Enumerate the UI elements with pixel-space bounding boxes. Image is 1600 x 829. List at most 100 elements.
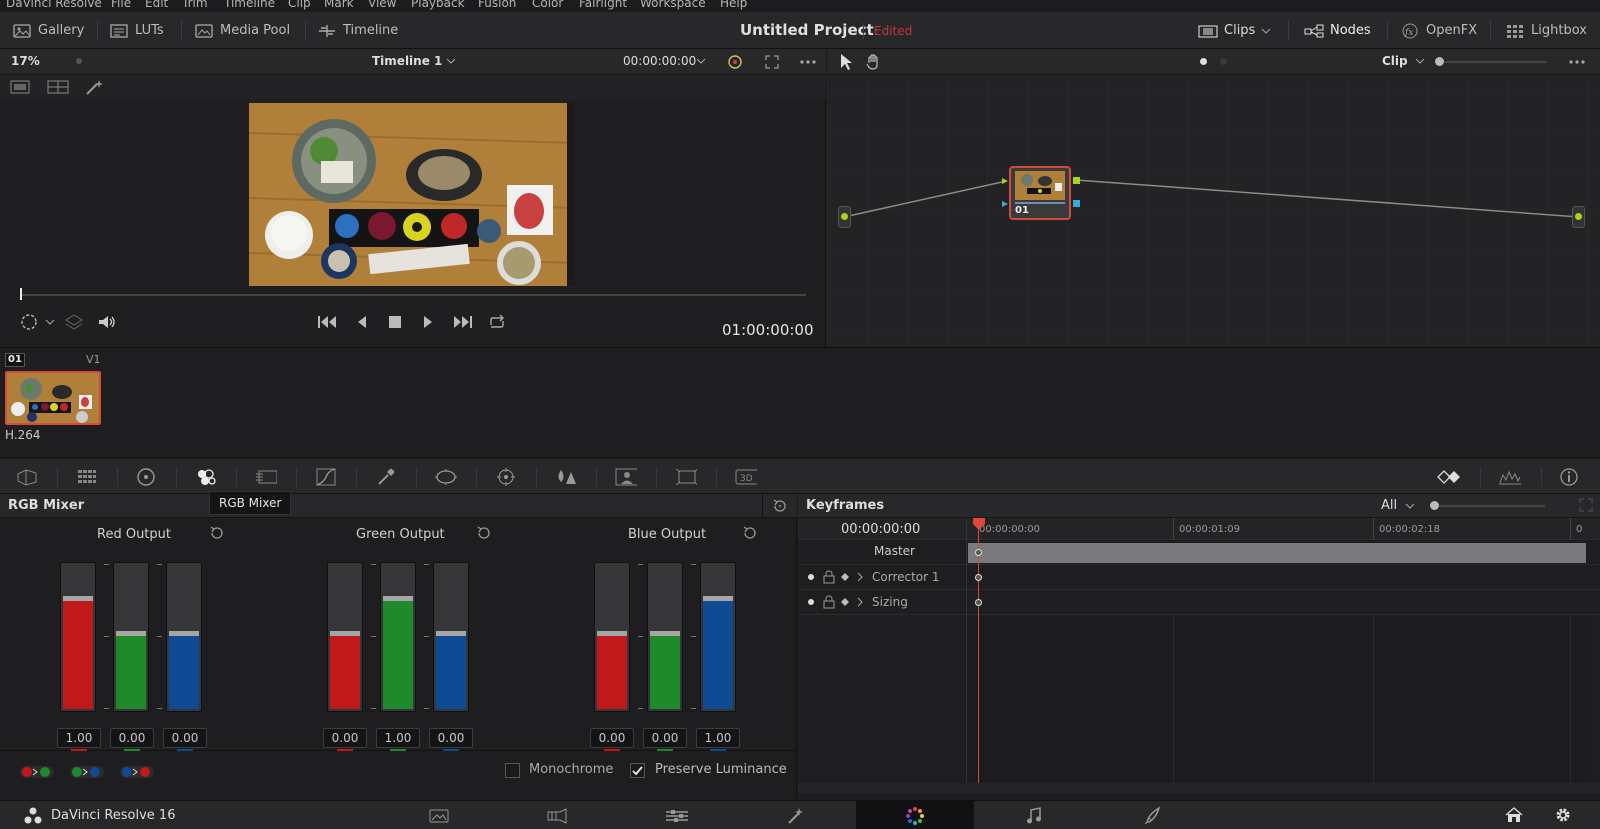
keyframe-playhead-head[interactable] [973, 518, 985, 530]
slider-handle[interactable] [63, 596, 93, 601]
menu-clip[interactable]: Clip [288, 0, 311, 10]
keyframe-diamond-icon[interactable] [840, 597, 850, 607]
fusion-page-icon[interactable] [737, 801, 855, 829]
menu-color[interactable]: Color [532, 0, 563, 10]
fairlight-page-icon[interactable] [975, 801, 1093, 829]
media-pool-button[interactable]: Media Pool [194, 12, 290, 49]
info-icon[interactable] [1558, 467, 1580, 487]
expand-icon[interactable] [1579, 498, 1593, 512]
green-output-red-slider[interactable] [327, 562, 363, 712]
blue-output-green-slider[interactable] [647, 562, 683, 712]
layers-icon[interactable] [65, 313, 83, 331]
scrubber-track[interactable] [20, 294, 806, 296]
red-output-green-value[interactable]: 0.00 [110, 728, 154, 748]
split-view-icon[interactable] [47, 80, 69, 94]
menu-timeline[interactable]: Timeline [224, 0, 275, 10]
blue-output-red-slider[interactable] [594, 562, 630, 712]
color-match-icon[interactable] [76, 467, 98, 487]
node-input-rgb[interactable] [1001, 177, 1009, 185]
rgb-mixer-icon[interactable] [194, 467, 216, 487]
gear-icon[interactable] [1554, 806, 1572, 824]
keyframe-filter-select[interactable]: All [1381, 498, 1397, 513]
keyframe-track-sizing[interactable]: Sizing [798, 590, 1600, 615]
viewer-mode-icon[interactable] [18, 313, 58, 331]
color-page-icon[interactable] [856, 801, 974, 829]
sizing-icon[interactable] [675, 467, 697, 487]
luts-button[interactable]: LUTs [109, 12, 164, 49]
viewer-timecode-top[interactable]: 00:00:00:00 [623, 54, 696, 68]
lightbox-button[interactable]: Lightbox [1505, 12, 1587, 49]
source-input[interactable] [838, 206, 851, 228]
menu-fairlight[interactable]: Fairlight [579, 0, 627, 10]
menu-edit[interactable]: Edit [145, 0, 168, 10]
menu-view[interactable]: View [368, 0, 396, 10]
menu-fusion[interactable]: Fusion [478, 0, 516, 10]
slider-handle[interactable] [169, 631, 199, 636]
loop-icon[interactable] [487, 313, 507, 331]
red-output-red-slider[interactable] [60, 562, 96, 712]
slider-handle[interactable] [650, 631, 680, 636]
media-page-icon[interactable] [380, 801, 498, 829]
single-view-icon[interactable] [10, 80, 30, 94]
keyframe-zoom-handle[interactable] [1430, 501, 1439, 510]
red-output-blue-value[interactable]: 0.00 [163, 728, 207, 748]
green-output-green-slider[interactable] [380, 562, 416, 712]
play-icon[interactable] [420, 313, 436, 331]
menu-davinci-resolve[interactable]: DaVinci Resolve [6, 0, 102, 10]
chevron-down-icon[interactable] [1405, 503, 1415, 509]
magic-wand-icon[interactable] [84, 78, 104, 96]
keyframe-marker[interactable] [975, 574, 982, 581]
menu-help[interactable]: Help [720, 0, 747, 10]
green-output-reset-icon[interactable] [475, 524, 493, 542]
more-options-icon[interactable] [798, 54, 818, 70]
motion-effects-icon[interactable] [255, 467, 277, 487]
volume-icon[interactable] [97, 313, 117, 331]
viewer-timecode[interactable]: 01:00:00:00 [722, 321, 814, 339]
menu-trim[interactable]: Trim [182, 0, 208, 10]
slider-handle[interactable] [383, 596, 413, 601]
key-icon[interactable] [615, 467, 637, 487]
blue-output-red-value[interactable]: 0.00 [590, 728, 634, 748]
corrector-node-01[interactable]: 01 [1009, 166, 1071, 220]
clips-button[interactable]: Clips [1198, 12, 1271, 49]
slider-handle[interactable] [703, 596, 733, 601]
keyframe-track-master[interactable]: Master [798, 540, 1600, 565]
swap-green-blue-icon[interactable] [69, 764, 105, 780]
green-output-green-value[interactable]: 1.00 [376, 728, 420, 748]
output-node[interactable] [1572, 206, 1585, 228]
keyframes-toggle-icon[interactable] [1436, 467, 1462, 487]
slider-handle[interactable] [330, 631, 360, 636]
scopes-icon[interactable] [1497, 467, 1523, 487]
swap-blue-red-icon[interactable] [119, 764, 155, 780]
menu-workspace[interactable]: Workspace [640, 0, 706, 10]
slider-handle[interactable] [116, 631, 146, 636]
edit-page-icon[interactable] [618, 801, 736, 829]
home-icon[interactable] [1505, 807, 1523, 823]
menu-file[interactable]: File [111, 0, 131, 10]
blue-output-blue-slider[interactable] [700, 562, 736, 712]
menu-mark[interactable]: Mark [324, 0, 354, 10]
keyframe-scrollbar[interactable] [798, 783, 1600, 793]
power-window-icon[interactable] [435, 467, 457, 487]
blur-icon[interactable] [555, 467, 577, 487]
skip-to-end-icon[interactable] [452, 313, 474, 331]
red-output-reset-icon[interactable] [208, 524, 226, 542]
swap-red-green-icon[interactable] [19, 764, 55, 780]
red-output-green-slider[interactable] [113, 562, 149, 712]
blue-output-reset-icon[interactable] [741, 524, 759, 542]
3d-icon[interactable]: 3D [735, 467, 757, 487]
enable-dot[interactable] [808, 574, 814, 580]
gallery-button[interactable]: Gallery [12, 12, 84, 49]
blue-output-green-value[interactable]: 0.00 [643, 728, 687, 748]
slider-handle[interactable] [597, 631, 627, 636]
chevron-right-icon[interactable] [856, 572, 864, 582]
stop-icon[interactable] [387, 313, 403, 331]
clip-thumbnail[interactable] [5, 371, 101, 425]
node-output-rgb[interactable] [1073, 177, 1080, 184]
keyframe-zoom-slider[interactable] [1433, 505, 1545, 507]
red-output-blue-slider[interactable] [166, 562, 202, 712]
preserve-luminance-checkbox[interactable] [630, 763, 645, 778]
color-picker-icon[interactable] [726, 53, 744, 71]
monochrome-checkbox[interactable] [505, 763, 520, 778]
fullscreen-icon[interactable] [764, 54, 780, 70]
